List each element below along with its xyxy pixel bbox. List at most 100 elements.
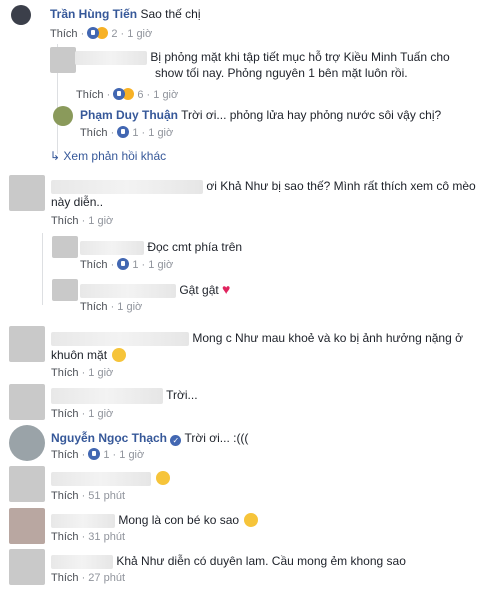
timestamp[interactable]: 31 phút [88,531,125,543]
comment-text-line: này diễn.. [51,195,104,209]
comment-text: Bị phỏng mặt khi tập tiết mục hỗ trợ Kiề… [150,50,450,64]
timestamp[interactable]: 1 giờ [88,367,113,379]
comment: Mong c Như mau khoẻ và ko bị ảnh hưởng n… [51,330,463,346]
commenter-name[interactable]: Phạm Duy Thuận [80,108,178,122]
timestamp[interactable]: 1 giờ [88,215,113,227]
comment-meta: Thích · 2 · 1 giờ [50,27,153,40]
comment-text: Mong là con bé ko sao [118,513,240,527]
comment [51,470,171,486]
like-link[interactable]: Thích [80,301,108,313]
blurred-name [51,513,115,528]
timestamp[interactable]: 1 giờ [148,259,173,271]
reaction-count[interactable]: 6 [137,89,143,101]
like-link[interactable]: Thích [51,572,79,584]
like-link[interactable]: Thích [51,490,79,502]
comment-text: Trời... [166,388,198,402]
like-link[interactable]: Thích [76,89,104,101]
timestamp[interactable]: 1 giờ [119,449,144,461]
avatar[interactable] [52,279,78,301]
reaction-count[interactable]: 1 [132,259,138,271]
blurred-name [51,471,151,486]
avatar[interactable] [9,425,45,461]
worried-emoji-icon [112,348,127,362]
comment-text: Gật gật [179,283,219,297]
verified-badge-icon: ✓ [170,435,182,446]
avatar[interactable] [9,549,45,585]
comment: Gật gật ♥ [80,281,230,298]
reply-arrow-icon: ↳ [50,149,61,163]
timestamp[interactable]: 1 giờ [127,28,152,40]
blurred-name [80,283,176,298]
comment-meta: Thích · 27 phút [51,572,125,584]
comment-text: Trời ơi... phỏng lửa hay phỏng nước sôi … [181,108,442,122]
comment-meta: Thích · 1 giờ [80,301,143,313]
avatar[interactable] [9,466,45,502]
like-link[interactable]: Thích [51,408,79,420]
comment-meta: Thích · 6 · 1 giờ [76,88,179,101]
comment-text: Khả Như diễn có duyên lam. Cầu mong ẻm k… [116,554,406,568]
timestamp[interactable]: 1 giờ [117,301,142,313]
like-reaction-icon [117,258,130,270]
blurred-name [51,179,203,194]
comment-meta: Thích · 1 giờ [51,408,114,420]
comment-text-line: khuôn mặt [51,347,127,363]
comment: Bị phỏng mặt khi tập tiết mục hỗ trợ Kiề… [75,49,450,65]
like-link[interactable]: Thích [80,259,108,271]
timestamp[interactable]: 27 phút [88,572,125,584]
comment-text-line: show tối nay. Phỏng nguyên 1 bên mặt luô… [155,66,408,80]
comment-meta: Thích · 1 giờ [51,367,114,379]
avatar[interactable] [52,236,78,258]
comment: Đọc cmt phía trên [80,239,242,255]
avatar[interactable] [11,5,31,25]
commenter-name[interactable]: Trần Hùng Tiến [50,7,137,21]
more-replies-label[interactable]: Xem phản hồi khác [63,149,166,163]
comment-text: ơi Khả Như bị sao thế? Mình rất thích xe… [206,179,476,193]
commenter-name[interactable]: Nguyễn Ngọc Thạch [51,431,167,445]
avatar[interactable] [9,326,45,362]
blurred-name [51,387,163,404]
comment-text: Đọc cmt phía trên [147,240,243,254]
like-link[interactable]: Thích [51,215,79,227]
like-link[interactable]: Thích [51,449,79,461]
blurred-name [51,554,113,569]
comment-meta: Thích · 31 phút [51,531,125,543]
avatar[interactable] [9,175,45,211]
avatar[interactable] [9,384,45,420]
reaction-count[interactable]: 1 [132,127,138,139]
blurred-name [80,240,144,255]
like-link[interactable]: Thích [51,367,79,379]
avatar[interactable] [9,508,45,544]
reaction-count[interactable]: 1 [103,449,109,461]
sad-emoji-icon [156,471,171,485]
comment-meta: Thích · 1 · 1 giờ [80,258,174,271]
reaction-count[interactable]: 2 [111,28,117,40]
like-link[interactable]: Thích [80,127,108,139]
like-reaction-icon [117,126,130,138]
comment-text: Mong c Như mau khoẻ và ko bị ảnh hưởng n… [192,331,463,345]
timestamp[interactable]: 51 phút [88,490,125,502]
comment-meta: Thích · 51 phút [51,490,125,502]
like-link[interactable]: Thích [50,28,78,40]
like-reaction-icon [88,448,101,460]
like-link[interactable]: Thích [51,531,79,543]
comment-meta: Thích · 1 · 1 giờ [80,126,174,139]
comment: Mong là con bé ko sao [51,512,259,528]
blurred-name [75,50,147,65]
blurred-name [51,331,189,346]
timestamp[interactable]: 1 giờ [88,408,113,420]
timestamp[interactable]: 1 giờ [148,127,173,139]
comment-text: Trời ơi... :((( [184,431,249,445]
comment-text-line2: khuôn mặt [51,348,108,362]
avatar[interactable] [50,47,76,73]
thread-line [42,233,43,305]
comment: ơi Khả Như bị sao thế? Mình rất thích xe… [51,178,476,194]
avatar[interactable] [53,106,73,126]
comment: Trời... [51,387,198,404]
sad-emoji-icon [244,513,259,527]
timestamp[interactable]: 1 giờ [153,89,178,101]
comment: Trần Hùng Tiến Sao thế chị [50,6,201,22]
comment: Khả Như diễn có duyên lam. Cầu mong ẻm k… [51,553,406,569]
comment: Phạm Duy Thuận Trời ơi... phỏng lửa hay … [80,107,441,123]
more-replies-link[interactable]: ↳ Xem phản hồi khác [50,148,166,164]
comment-meta: Thích · 1 giờ [51,215,114,227]
